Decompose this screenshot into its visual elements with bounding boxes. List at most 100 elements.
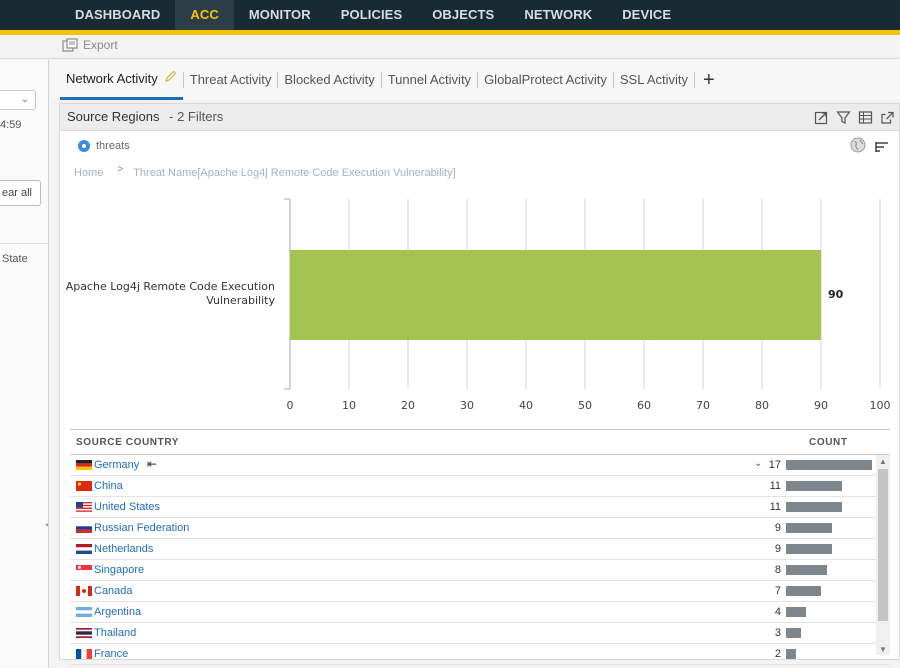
- nav-item-network[interactable]: NETWORK: [509, 0, 607, 30]
- globe-icon[interactable]: [850, 137, 866, 158]
- jump-to-logs-icon[interactable]: [814, 110, 829, 125]
- tab-label: Network Activity: [66, 70, 158, 86]
- filter-arrow-icon[interactable]: ⇤: [147, 457, 157, 471]
- table-row[interactable]: Thailand 3: [70, 623, 890, 644]
- nav-item-device[interactable]: DEVICE: [607, 0, 686, 30]
- bar-data-label: 90: [828, 288, 844, 301]
- country-link[interactable]: Thailand: [94, 627, 136, 639]
- row-count: 11: [769, 480, 781, 492]
- tab-blocked-activity[interactable]: Blocked Activity: [278, 60, 380, 100]
- flag-de-icon: [76, 460, 92, 470]
- legend-radio-icon[interactable]: [78, 140, 90, 152]
- row-count: 11: [769, 501, 781, 513]
- collapse-sidebar-icon[interactable]: ◀: [45, 520, 48, 540]
- sidebar-state-label: State: [2, 253, 28, 265]
- table-row[interactable]: France 2: [70, 644, 890, 665]
- row-count: 9: [774, 522, 781, 534]
- table-scrollbar[interactable]: ▲ ▼: [876, 455, 890, 655]
- table-view-icon[interactable]: [858, 110, 873, 125]
- row-count: 17: [768, 459, 781, 471]
- table-row[interactable]: Germany ⇤ ⌄ 17: [70, 455, 890, 476]
- x-tick-label: 90: [814, 399, 828, 412]
- tab-ssl-activity[interactable]: SSL Activity: [614, 60, 694, 100]
- country-link[interactable]: United States: [94, 501, 160, 513]
- column-header-count[interactable]: COUNT: [809, 437, 848, 448]
- nav-item-objects[interactable]: OBJECTS: [417, 0, 509, 30]
- row-count: 9: [774, 543, 781, 555]
- table-row[interactable]: China 11: [70, 476, 890, 497]
- count-bar: [786, 502, 842, 512]
- x-tick-label: 0: [287, 399, 294, 412]
- sort-icon[interactable]: [875, 140, 889, 158]
- breadcrumb-separator-icon: >: [117, 164, 124, 175]
- chevron-down-icon: ⌄: [20, 94, 29, 105]
- maximize-icon[interactable]: [880, 110, 895, 125]
- table-row[interactable]: Netherlands 9: [70, 539, 890, 560]
- tab-globalprotect-activity[interactable]: GlobalProtect Activity: [478, 60, 613, 100]
- table-row[interactable]: Canada 7: [70, 581, 890, 602]
- flag-us-icon: [76, 502, 92, 512]
- add-tab-icon[interactable]: +: [703, 69, 715, 92]
- nav-item-monitor[interactable]: MONITOR: [234, 0, 326, 30]
- row-count: 7: [774, 585, 781, 597]
- tab-bar: Network Activity Threat Activity Blocked A…: [50, 60, 900, 100]
- chart-bar[interactable]: [290, 250, 821, 340]
- chevron-down-icon[interactable]: ⌄: [754, 458, 762, 469]
- count-bar: [786, 523, 832, 533]
- country-link[interactable]: Argentina: [94, 606, 141, 618]
- widget-title: Source Regions - 2 Filters: [67, 109, 223, 124]
- nav-item-acc[interactable]: ACC: [175, 0, 234, 30]
- tab-label: SSL Activity: [619, 72, 689, 87]
- scroll-up-icon[interactable]: ▲: [879, 457, 887, 466]
- edit-pencil-icon[interactable]: [164, 59, 177, 99]
- breadcrumb-home[interactable]: Home: [74, 167, 103, 179]
- chart-legend[interactable]: threats: [78, 140, 130, 152]
- widget-header: Source Regions - 2 Filters: [60, 104, 899, 131]
- source-regions-widget: Source Regions - 2 Filters threats Home …: [59, 103, 900, 665]
- flag-nl-icon: [76, 544, 92, 554]
- table-row[interactable]: Russian Federation 9: [70, 518, 890, 539]
- table-row[interactable]: United States 11: [70, 497, 890, 518]
- nav-item-policies[interactable]: POLICIES: [326, 0, 417, 30]
- x-tick-label: 80: [755, 399, 769, 412]
- flag-ru-icon: [76, 523, 92, 533]
- country-link[interactable]: Germany: [94, 459, 139, 471]
- country-link[interactable]: Netherlands: [94, 543, 153, 555]
- tab-network-activity[interactable]: Network Activity: [60, 60, 183, 100]
- country-link[interactable]: France: [94, 648, 128, 660]
- clear-all-button[interactable]: ear all: [0, 180, 41, 206]
- filter-icon[interactable]: [836, 110, 851, 125]
- breadcrumb: Home > Threat Name[Apache Log4j Remote C…: [74, 164, 456, 179]
- count-bar: [786, 544, 832, 554]
- country-link[interactable]: Russian Federation: [94, 522, 189, 534]
- country-link[interactable]: Singapore: [94, 564, 144, 576]
- flag-sg-icon: [76, 565, 92, 575]
- column-header-country[interactable]: SOURCE COUNTRY: [76, 437, 179, 448]
- tab-label: Blocked Activity: [284, 72, 375, 87]
- export-button[interactable]: Export: [62, 38, 118, 52]
- tab-tunnel-activity[interactable]: Tunnel Activity: [382, 60, 477, 100]
- breadcrumb-filter[interactable]: Threat Name[Apache Log4j Remote Code Exe…: [133, 167, 455, 179]
- export-label: Export: [83, 38, 118, 52]
- x-tick-label: 100: [870, 399, 891, 412]
- table-header: SOURCE COUNTRY COUNT: [70, 429, 890, 455]
- flag-ar-icon: [76, 607, 92, 617]
- category-label-line: Apache Log4j Remote Code Execution: [66, 280, 275, 293]
- tab-label: Threat Activity: [189, 72, 272, 87]
- row-count: 3: [774, 627, 781, 639]
- time-range-select[interactable]: ⌄: [0, 90, 36, 110]
- export-icon: [62, 38, 78, 52]
- scroll-down-icon[interactable]: ▼: [879, 645, 887, 654]
- country-link[interactable]: Canada: [94, 585, 133, 597]
- table-row[interactable]: Singapore 8: [70, 560, 890, 581]
- tab-label: GlobalProtect Activity: [484, 72, 607, 87]
- nav-item-dashboard[interactable]: DASHBOARD: [60, 0, 175, 30]
- top-nav: DASHBOARD ACC MONITOR POLICIES OBJECTS NETWOR…: [0, 0, 900, 30]
- widget-filter-count[interactable]: - 2 Filters: [169, 109, 223, 124]
- scrollbar-thumb[interactable]: [878, 469, 888, 621]
- tab-threat-activity[interactable]: Threat Activity: [184, 60, 278, 100]
- sidebar-divider: [0, 243, 48, 244]
- country-link[interactable]: China: [94, 480, 123, 492]
- table-row[interactable]: Argentina 4: [70, 602, 890, 623]
- x-tick-label: 10: [342, 399, 356, 412]
